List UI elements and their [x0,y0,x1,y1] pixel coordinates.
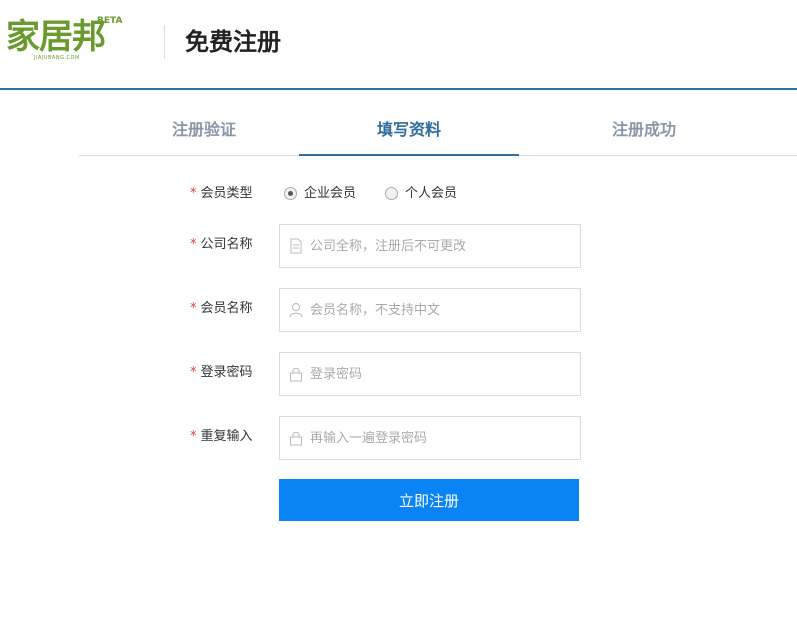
password-repeat-input[interactable] [310,417,572,459]
page-header: 家居邦 JIAJUBANG.COM BETA 免费注册 [0,0,797,90]
company-name-label: * 公司名称 [190,237,253,252]
registration-steps: 注册验证 填写资料 注册成功 [79,108,797,156]
member-type-label: * 会员类型 [190,186,253,201]
step-verify: 注册验证 [171,120,236,139]
user-icon [289,303,303,318]
password-field[interactable] [279,352,581,396]
member-name-input[interactable] [310,289,572,331]
required-mark: * [190,237,197,252]
page-title: 免费注册 [185,28,281,56]
radio-button[interactable] [385,187,398,200]
beta-badge: BETA [97,16,123,26]
header-divider [164,25,165,59]
radio-personal-label: 个人会员 [405,186,458,201]
lock-icon [290,367,302,382]
company-name-input[interactable] [310,225,572,267]
required-mark: * [190,429,197,444]
document-icon [290,238,302,254]
radio-button-checked[interactable] [284,187,297,200]
logo-subtext: JIAJUBANG.COM [34,55,80,61]
lock-icon [290,431,302,446]
step-fill-info: 填写资料 [299,108,519,156]
required-mark: * [190,186,197,201]
password-label: * 登录密码 [190,365,253,380]
step-success: 注册成功 [611,120,676,139]
required-mark: * [190,301,197,316]
required-mark: * [190,365,197,380]
password-repeat-label: * 重复输入 [190,429,253,444]
company-name-field[interactable] [279,224,581,268]
register-now-button[interactable]: 立即注册 [279,479,579,521]
password-repeat-field[interactable] [279,416,581,460]
radio-enterprise-label: 企业会员 [304,186,357,201]
member-name-field[interactable] [279,288,581,332]
logo-text: 家居邦 [6,17,106,57]
member-name-label: * 会员名称 [190,301,253,316]
password-input[interactable] [310,353,572,395]
